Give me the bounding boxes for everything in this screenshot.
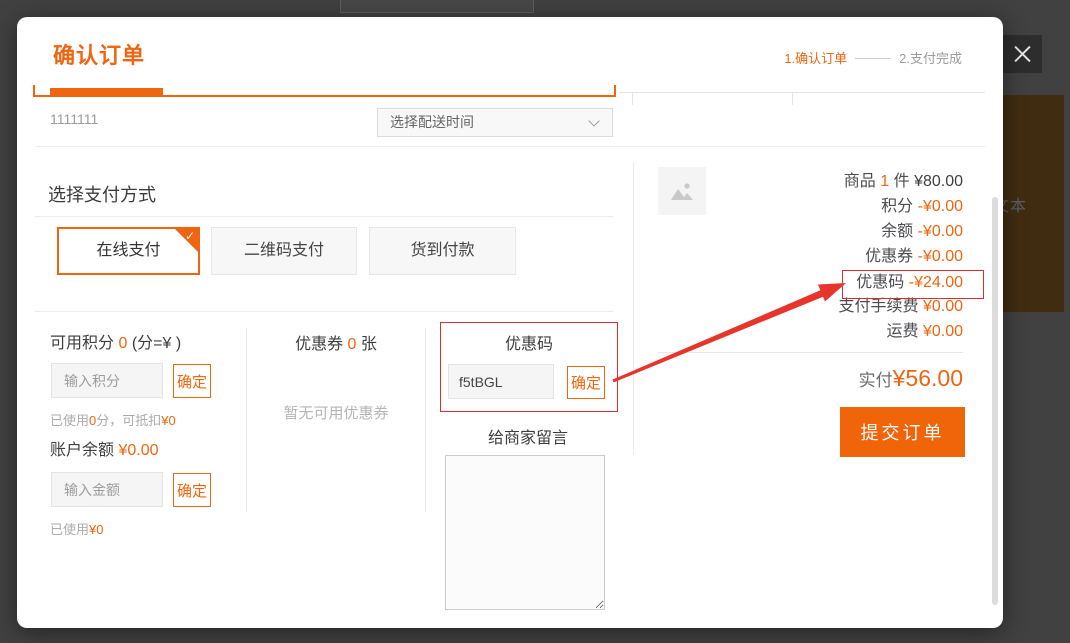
close-button[interactable] (1003, 35, 1042, 73)
summary-row-coupon: 优惠券 -¥0.00 (865, 247, 963, 267)
coupon-empty-text: 暂无可用优惠券 (247, 402, 425, 423)
total-divider (658, 352, 963, 353)
balance-value: ¥0.00 (118, 442, 158, 459)
summary-row-shipping: 运费 ¥0.00 (886, 322, 963, 342)
points-value: 0 (118, 335, 127, 352)
tab-label: 货到付款 (410, 242, 474, 259)
step-confirm-order: 1.确认订单 (784, 51, 847, 66)
note-text: 分，可抵扣 (96, 413, 161, 428)
row-value: -¥0.00 (918, 223, 963, 240)
address-tab-indicator (50, 88, 163, 97)
row-value: -¥0.00 (918, 248, 963, 265)
row-label: 商品 (844, 173, 876, 190)
tab-label: 二维码支付 (244, 242, 324, 259)
merchant-message-textarea[interactable] (445, 455, 605, 610)
delivery-time-select[interactable]: 选择配送时间 (377, 108, 613, 137)
goods-amount: ¥80.00 (914, 173, 963, 190)
payment-section-title: 选择支付方式 (48, 181, 156, 207)
table-column-divider (792, 92, 793, 105)
step-divider (855, 58, 891, 59)
note-text: 已使用 (50, 522, 89, 537)
total-amount: 实付¥56.00 (859, 365, 963, 392)
image-icon (670, 181, 694, 201)
balance-confirm-button[interactable]: 确定 (173, 473, 211, 507)
balance-label-text: 账户余额 (50, 442, 114, 459)
section-divider (35, 146, 985, 147)
checkout-stepper: 1.确认订单 2.支付完成 (784, 48, 962, 67)
note-value: ¥0 (89, 522, 103, 537)
row-label: 优惠券 (865, 248, 913, 265)
tab-label: 在线支付 (96, 242, 160, 259)
promo-code-box: 优惠码 确定 (440, 322, 618, 412)
points-confirm-button[interactable]: 确定 (173, 364, 211, 398)
points-label: 可用积分 0 (分=¥ ) (50, 329, 181, 353)
summary-row-fee: 支付手续费 ¥0.00 (838, 297, 963, 317)
row-value: ¥0.00 (923, 298, 963, 315)
row-value: ¥0.00 (923, 323, 963, 340)
delivery-time-value: 选择配送时间 (390, 109, 474, 136)
row-label: 余额 (881, 223, 913, 240)
chevron-down-icon (588, 115, 599, 126)
goods-unit: 件 (894, 173, 910, 190)
merchant-message-label: 给商家留言 (440, 424, 616, 448)
scrollbar-thumb[interactable] (992, 197, 998, 605)
summary-row-goods: 商品 1 件 ¥80.00 (844, 172, 963, 192)
balance-input[interactable] (51, 472, 163, 507)
screen: 文本 确认订单 1.确认订单2.支付完成 1111111 选择配送时间 选择支付… (0, 0, 1070, 643)
heading-divider (35, 216, 613, 217)
address-text: 1111111 (50, 111, 98, 127)
product-table-bottom-border (620, 92, 985, 93)
row-label: 运费 (886, 323, 918, 340)
note-value: ¥0 (161, 413, 175, 428)
total-value: ¥56.00 (893, 365, 963, 391)
tab-online-payment[interactable]: 在线支付 ✓ (57, 227, 200, 275)
summary-row-points: 积分 -¥0.00 (881, 197, 963, 217)
confirm-order-dialog: 确认订单 1.确认订单2.支付完成 1111111 选择配送时间 选择支付方式 … (17, 17, 1003, 628)
summary-divider (633, 162, 634, 455)
total-label: 实付 (859, 371, 893, 390)
row-label: 积分 (881, 198, 913, 215)
points-input[interactable] (51, 363, 163, 398)
step-payment-done: 2.支付完成 (899, 51, 962, 66)
balance-used-note: 已使用¥0 (50, 519, 103, 538)
tab-cash-on-delivery[interactable]: 货到付款 (369, 227, 516, 275)
points-label-text: 可用积分 (50, 335, 114, 352)
product-thumbnail-placeholder (658, 167, 706, 215)
column-divider (425, 328, 426, 512)
points-unit: (分=¥ ) (132, 335, 181, 352)
dialog-title: 确认订单 (53, 38, 145, 70)
coupon-count: 0 (348, 336, 357, 353)
points-used-note: 已使用0分，可抵扣¥0 (50, 410, 176, 429)
coupon-label: 优惠券 0 张 (247, 330, 425, 354)
note-text: 已使用 (50, 413, 89, 428)
row-label: 支付手续费 (838, 298, 918, 315)
tab-qrcode-payment[interactable]: 二维码支付 (211, 227, 357, 275)
submit-order-button[interactable]: 提交订单 (840, 407, 965, 457)
promo-row-annotation-rect (842, 270, 984, 299)
promo-code-input[interactable] (448, 364, 554, 399)
coupon-label-text: 优惠券 (295, 336, 343, 353)
row-value: -¥0.00 (918, 198, 963, 215)
promo-confirm-button[interactable]: 确定 (567, 366, 605, 399)
section-divider (35, 311, 613, 312)
table-column-divider (632, 92, 633, 105)
promo-title: 优惠码 (441, 330, 617, 354)
background-element (340, 0, 534, 13)
summary-row-balance: 余额 -¥0.00 (881, 222, 963, 242)
balance-label: 账户余额 ¥0.00 (50, 436, 159, 460)
goods-qty: 1 (880, 173, 889, 190)
check-icon: ✓ (185, 229, 195, 243)
coupon-unit: 张 (361, 336, 377, 353)
